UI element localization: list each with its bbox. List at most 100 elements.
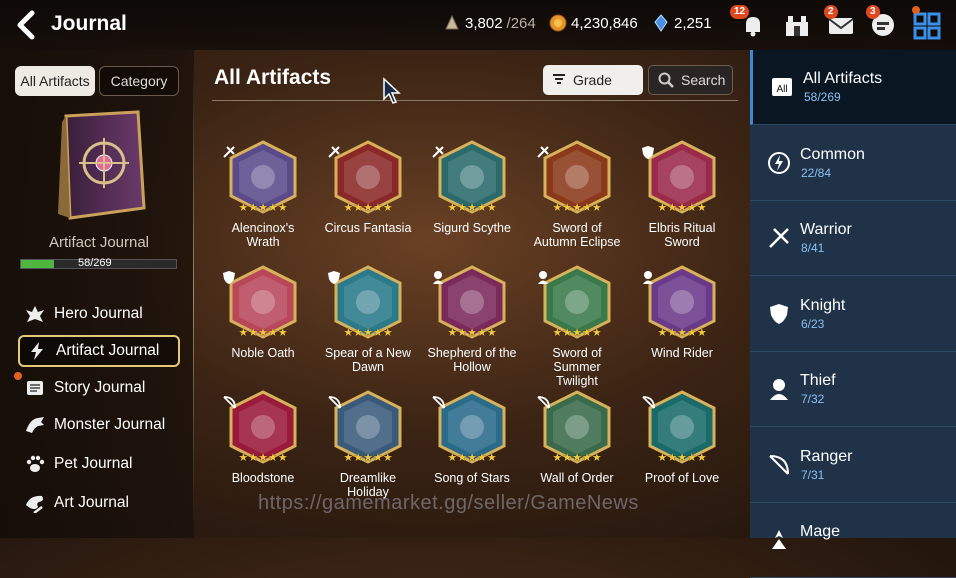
artifact-name-line: Sword of xyxy=(552,346,602,360)
category-count: 22/84 xyxy=(801,165,832,180)
grade-sort-button[interactable]: Grade xyxy=(543,65,643,95)
artifact-name: Sigurd Scythe xyxy=(414,221,530,235)
category-warrior[interactable]: Warrior 8/41 xyxy=(750,201,956,276)
artifact-name-line: Dreamlike xyxy=(339,471,397,485)
ranger-class-icon xyxy=(642,396,655,409)
ranger-class-icon xyxy=(537,396,550,409)
artifact-name: Spear of a New Dawn xyxy=(310,346,426,374)
artifact-card[interactable]: ★ ★ ★ ★ ★ Dreamlike Holiday xyxy=(318,390,418,540)
artifact-name-line: Song of Stars xyxy=(434,471,510,485)
warrior-class-icon xyxy=(537,146,549,158)
search-icon xyxy=(658,72,674,88)
star-rating: ★ ★ ★ ★ ★ xyxy=(657,452,707,464)
all-icon: All xyxy=(772,78,792,96)
category-knight[interactable]: Knight 6/23 xyxy=(750,277,956,352)
category-label: All Artifacts xyxy=(803,70,883,87)
art-icon xyxy=(26,495,43,513)
star-rating: ★ ★ ★ ★ ★ xyxy=(343,327,393,339)
star-rating: ★ ★ ★ ★ ★ xyxy=(447,327,497,339)
artifact-name-line: Shepherd of the xyxy=(427,346,517,360)
artifact-name-line: Autumn Eclipse xyxy=(533,235,621,249)
mail-badge: 2 xyxy=(824,5,838,19)
sidebar-item-label: Hero Journal xyxy=(54,305,143,322)
artifact-name: Proof of Love xyxy=(624,471,740,485)
search-button[interactable]: Search xyxy=(648,65,733,95)
sidebar-item-label: Monster Journal xyxy=(54,416,166,433)
stamina-display[interactable]: 3,802/264 xyxy=(443,14,536,32)
ranger-class-icon xyxy=(328,396,341,409)
artifact-name: Noble Oath xyxy=(205,346,321,360)
chat-button[interactable]: 3 xyxy=(866,5,898,40)
notification-bell-button[interactable]: 12 xyxy=(730,5,768,40)
skystone-display[interactable]: 2,251 xyxy=(652,14,712,32)
paw-icon xyxy=(26,455,45,472)
star-rating: ★ ★ ★ ★ ★ xyxy=(343,202,393,214)
menu-grid-icon xyxy=(913,12,941,40)
artifact-name-line: Hollow xyxy=(453,360,491,374)
artifact-name-line: Noble Oath xyxy=(231,346,295,360)
star-rating: ★ ★ ★ ★ ★ xyxy=(657,202,707,214)
stamina-max: /264 xyxy=(506,14,536,32)
page-title: Journal xyxy=(51,12,127,35)
star-rating: ★ ★ ★ ★ ★ xyxy=(343,452,393,464)
warrior-class-icon xyxy=(432,146,444,158)
artifact-name-line: Proof of Love xyxy=(644,471,720,485)
sidebar-item-hero-journal[interactable]: Hero Journal xyxy=(18,298,180,330)
stamina-value: 3,802 xyxy=(465,14,503,32)
title-divider xyxy=(212,100,738,101)
artifact-name: Wall of Order xyxy=(519,471,635,485)
knight-icon xyxy=(770,303,788,324)
mail-button[interactable]: 2 xyxy=(824,5,856,40)
sidebar-item-label: Pet Journal xyxy=(54,455,133,472)
artifact-name-line: Sword xyxy=(664,235,700,249)
menu-grid-button[interactable] xyxy=(912,6,942,40)
knight-class-icon xyxy=(328,271,340,284)
artifact-name-line: Spear of a New xyxy=(324,346,412,360)
category-common[interactable]: Common 22/84 xyxy=(750,126,956,201)
artifact-name-line: Alencinox's xyxy=(231,221,295,235)
warrior-class-icon xyxy=(328,146,340,158)
ranger-class-icon xyxy=(432,396,445,409)
category-thief[interactable]: Thief 7/32 xyxy=(750,352,956,427)
category-count: 7/31 xyxy=(801,467,825,482)
back-arrow-icon[interactable] xyxy=(14,10,42,40)
sidebar-item-monster-journal[interactable]: Monster Journal xyxy=(18,409,180,441)
artifact-card[interactable]: ★ ★ ★ ★ ★ Bloodstone xyxy=(213,390,313,540)
artifact-name-line: Wrath xyxy=(246,235,280,249)
tab-category[interactable]: Category xyxy=(99,66,179,96)
sidebar-item-artifact-journal[interactable]: Artifact Journal xyxy=(18,335,180,367)
skystone-value: 2,251 xyxy=(674,14,712,32)
category-count: 8/41 xyxy=(801,241,825,255)
progress-fill xyxy=(21,260,55,268)
artifact-journal-label: Artifact Journal xyxy=(48,234,150,251)
category-count: 58/269 xyxy=(804,90,841,104)
artifact-name: Sword of Autumn Eclipse xyxy=(519,221,635,249)
artifact-name-line: Dawn xyxy=(352,360,384,374)
panel-divider xyxy=(193,60,194,530)
artifact-name: Wind Rider xyxy=(624,346,740,360)
collection-progress-text: 58/269 xyxy=(78,257,112,269)
notification-badge: 12 xyxy=(730,5,750,19)
artifact-card[interactable]: ★ ★ ★ ★ ★ Proof of Love xyxy=(632,390,732,540)
artifact-journal-book-icon xyxy=(58,110,146,220)
artifact-name-line: Circus Fantasia xyxy=(324,221,412,235)
artifact-name-line: Summer xyxy=(553,360,601,374)
artifact-card[interactable]: ★ ★ ★ ★ ★ Wall of Order xyxy=(527,390,627,540)
sidebar-item-art-journal[interactable]: Art Journal xyxy=(18,487,180,519)
sidebar-item-pet-journal[interactable]: Pet Journal xyxy=(18,448,180,480)
category-mage[interactable]: Mage xyxy=(750,503,956,578)
guild-button[interactable] xyxy=(782,10,812,40)
common-icon xyxy=(768,151,790,174)
thief-class-icon xyxy=(643,271,653,284)
category-ranger[interactable]: Ranger 7/31 xyxy=(750,428,956,503)
artifact-name-line: Twilight xyxy=(556,374,598,388)
artifact-card[interactable]: ★ ★ ★ ★ ★ Song of Stars xyxy=(422,390,522,540)
artifact-icon xyxy=(31,342,43,360)
category-all-artifacts[interactable]: All All Artifacts 58/269 xyxy=(750,50,956,125)
sidebar-item-story-journal[interactable]: Story Journal xyxy=(14,372,180,404)
category-label: Warrior xyxy=(800,221,852,238)
tab-all-artifacts[interactable]: All Artifacts xyxy=(15,66,95,96)
gold-display[interactable]: 4,230,846 xyxy=(549,14,638,32)
section-title: All Artifacts xyxy=(214,66,332,89)
hero-icon xyxy=(26,306,44,322)
